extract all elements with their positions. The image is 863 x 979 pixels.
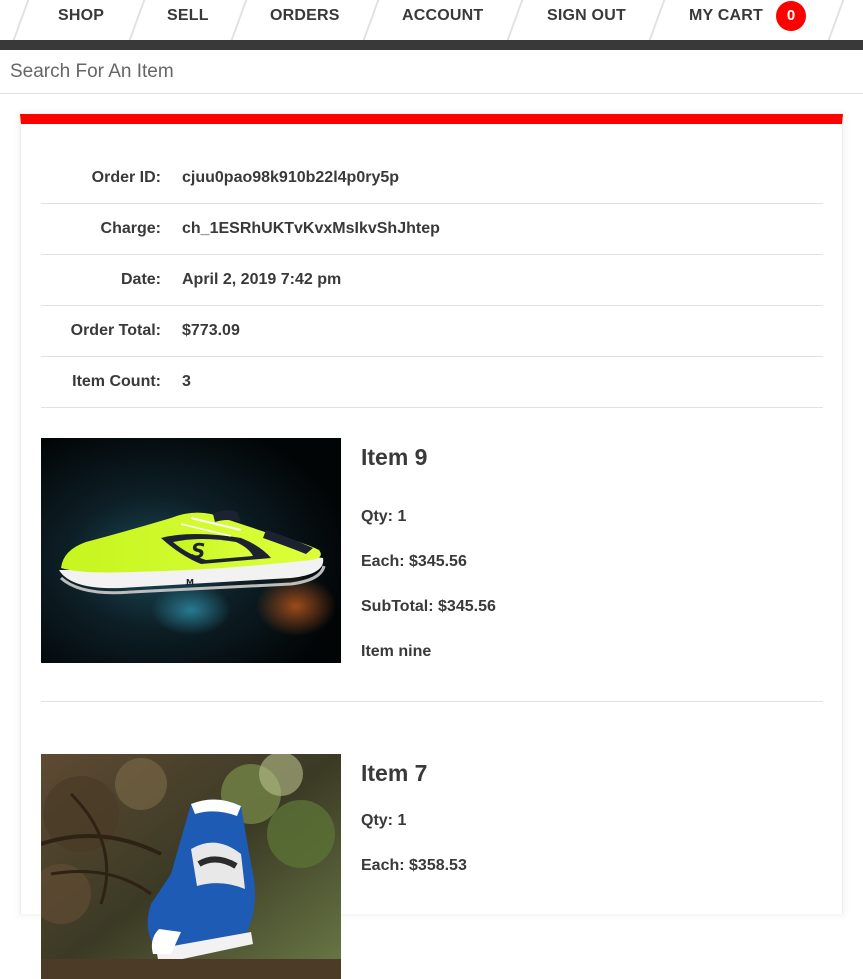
charge-label: Charge: bbox=[100, 220, 161, 237]
svg-text:M: M bbox=[186, 578, 194, 587]
order-card: Order ID: cjuu0pao98k910b22l4p0ry5p Char… bbox=[20, 114, 843, 979]
nav-link-my-cart[interactable]: MY CART bbox=[689, 0, 763, 40]
nav-link-account[interactable]: ACCOUNT bbox=[402, 0, 483, 40]
item-qty: Qty: 1 bbox=[361, 508, 407, 525]
high-top-sneaker-image bbox=[41, 754, 341, 979]
main-nav: SHOP SELL ORDERS ACCOUNT SIGN OUT MY CAR… bbox=[0, 0, 863, 40]
order-meta: Order ID: cjuu0pao98k910b22l4p0ry5p Char… bbox=[41, 153, 823, 408]
nav-separator bbox=[12, 0, 30, 40]
charge-value: ch_1ESRhUKTvKvxMsIkvShJhtep bbox=[182, 220, 440, 237]
item-divider bbox=[41, 701, 823, 702]
nav-link-sell[interactable]: SELL bbox=[167, 0, 209, 40]
nav-separator bbox=[648, 0, 666, 40]
order-total-value: $773.09 bbox=[182, 322, 240, 339]
item-title: Item 9 bbox=[361, 444, 428, 470]
date-value: April 2, 2019 7:42 pm bbox=[182, 271, 342, 288]
item-subtotal: SubTotal: $345.56 bbox=[361, 598, 496, 615]
nav-bottom-bar bbox=[0, 40, 863, 50]
item-qty: Qty: 1 bbox=[361, 812, 407, 829]
order-total-row: Order Total: $773.09 bbox=[41, 306, 823, 357]
order-id-label: Order ID: bbox=[91, 169, 161, 186]
nav-separator bbox=[362, 0, 380, 40]
nav-separator bbox=[506, 0, 524, 40]
date-label: Date: bbox=[120, 271, 161, 288]
item-title: Item 7 bbox=[361, 760, 428, 786]
running-shoe-image: S M bbox=[41, 438, 341, 663]
cart-count-badge[interactable]: 0 bbox=[776, 1, 806, 31]
item-each-price: Each: $358.53 bbox=[361, 857, 467, 874]
item-count-row: Item Count: 3 bbox=[41, 357, 823, 408]
order-id-value: cjuu0pao98k910b22l4p0ry5p bbox=[182, 169, 400, 186]
date-row: Date: April 2, 2019 7:42 pm bbox=[41, 255, 823, 306]
item-count-label: Item Count: bbox=[72, 373, 161, 390]
nav-separator bbox=[230, 0, 248, 40]
nav-link-sign-out[interactable]: SIGN OUT bbox=[547, 0, 626, 40]
order-total-label: Order Total: bbox=[70, 322, 161, 339]
charge-row: Charge: ch_1ESRhUKTvKvxMsIkvShJhtep bbox=[41, 204, 823, 255]
order-id-row: Order ID: cjuu0pao98k910b22l4p0ry5p bbox=[41, 153, 823, 204]
search-input[interactable] bbox=[0, 50, 863, 94]
nav-link-shop[interactable]: SHOP bbox=[58, 0, 104, 40]
item-count-value: 3 bbox=[182, 373, 191, 390]
nav-separator bbox=[128, 0, 146, 40]
nav-link-orders[interactable]: ORDERS bbox=[270, 0, 340, 40]
item-each-price: Each: $345.56 bbox=[361, 553, 467, 570]
item-description: Item nine bbox=[361, 643, 432, 660]
nav-separator bbox=[827, 0, 845, 40]
svg-text:S: S bbox=[191, 539, 205, 563]
